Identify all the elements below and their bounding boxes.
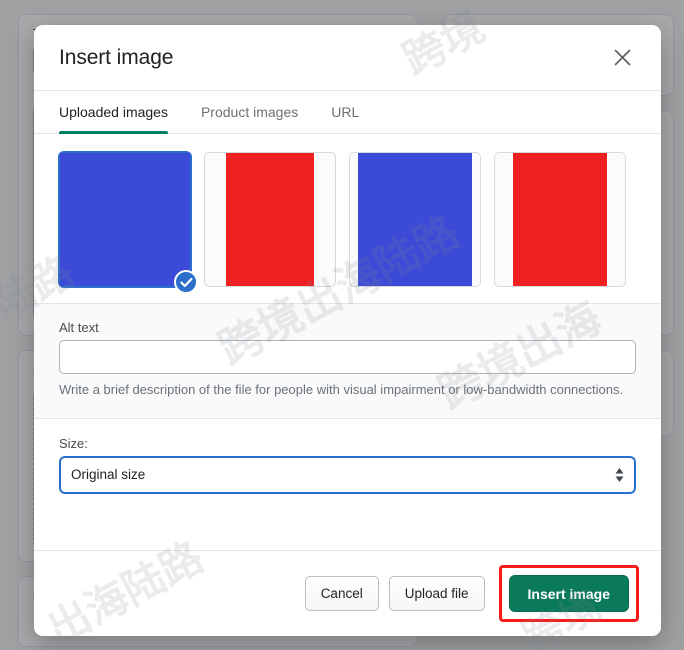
insert-image-dialog: Insert image Uploaded images Product ima… [34, 25, 661, 636]
size-select-wrapper: Original size [59, 455, 636, 494]
thumbnail-4[interactable] [494, 152, 626, 287]
close-icon[interactable] [605, 41, 639, 75]
alt-text-help: Write a brief description of the file fo… [59, 382, 624, 397]
dialog-title: Insert image [59, 45, 174, 69]
tab-uploaded-images[interactable]: Uploaded images [59, 91, 168, 134]
dialog-footer: Cancel Upload file Insert image [34, 550, 661, 636]
cancel-button[interactable]: Cancel [304, 576, 379, 611]
tab-url[interactable]: URL [331, 91, 359, 133]
screen: Title 34 Description De Media Pricing [0, 0, 684, 650]
size-label: Size: [59, 435, 88, 451]
image-swatch [513, 153, 607, 286]
tab-product-images[interactable]: Product images [201, 91, 298, 133]
thumbnail-2[interactable] [204, 152, 336, 287]
alt-text-section: Alt text Write a brief description of th… [34, 304, 661, 419]
dialog-tabs: Uploaded images Product images URL [34, 90, 661, 134]
footer-spacer [34, 514, 661, 550]
selected-check-icon [174, 270, 198, 294]
insert-image-highlight: Insert image [498, 565, 639, 622]
image-swatch [226, 153, 314, 286]
size-select-value: Original size [71, 467, 146, 483]
insert-image-button[interactable]: Insert image [508, 575, 629, 612]
image-gallery [34, 134, 661, 304]
thumbnail-list [59, 152, 636, 294]
upload-file-button[interactable]: Upload file [388, 576, 485, 611]
alt-text-label: Alt text [59, 320, 99, 335]
image-swatch [60, 153, 190, 286]
size-section: Size: Original size [34, 418, 661, 514]
alt-text-input[interactable] [59, 340, 636, 374]
dialog-header: Insert image [34, 25, 661, 90]
thumbnail-3[interactable] [349, 152, 481, 287]
image-swatch [358, 153, 472, 286]
size-select[interactable]: Original size [59, 455, 636, 494]
thumbnail-1[interactable] [59, 152, 198, 294]
